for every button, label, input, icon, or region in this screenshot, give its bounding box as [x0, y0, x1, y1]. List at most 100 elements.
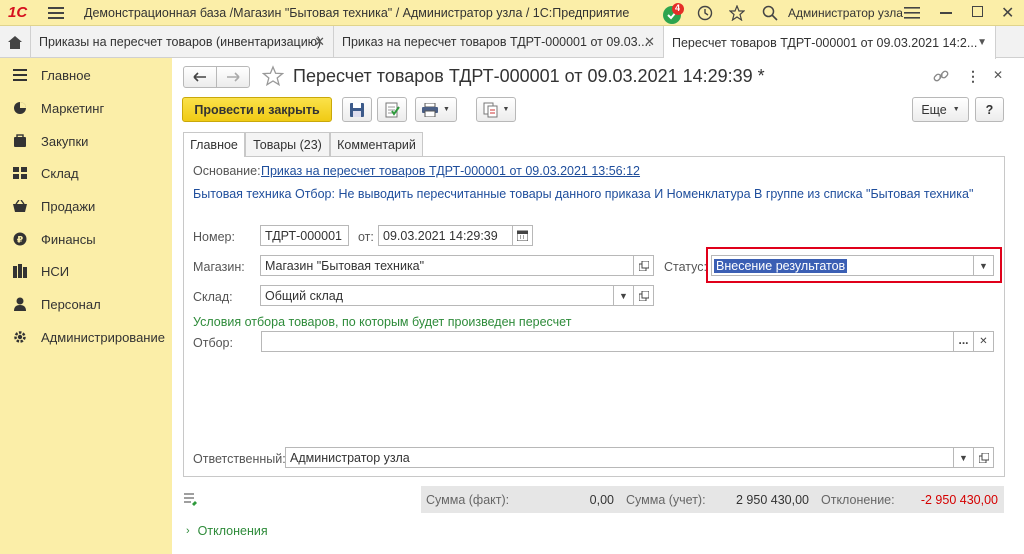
document-title: Пересчет товаров ТДРТ-000001 от 09.03.20… — [293, 66, 765, 86]
post-button[interactable] — [377, 97, 407, 122]
favorite-star-icon[interactable] — [262, 65, 284, 87]
print-button[interactable]: ▼ — [415, 97, 457, 122]
back-button[interactable] — [183, 66, 217, 88]
current-user[interactable]: Администратор узла — [788, 6, 903, 20]
close-form-icon[interactable]: ✕ — [993, 68, 1003, 82]
sidebar-item-personnel[interactable]: Персонал — [0, 289, 172, 319]
help-button[interactable]: ? — [975, 97, 1004, 122]
tab-order[interactable]: Приказ на пересчет товаров ТДРТ-000001 о… — [334, 26, 664, 58]
sidebar-item-main[interactable]: Главное — [0, 60, 172, 90]
minimize-icon[interactable] — [940, 12, 952, 14]
svg-text:₽: ₽ — [17, 236, 23, 246]
sidebar-item-administration[interactable]: Администрирование — [0, 322, 172, 352]
window-title: Демонстрационная база /Магазин "Бытовая … — [84, 6, 630, 20]
tab-comment[interactable]: Комментарий — [330, 132, 423, 156]
maximize-icon[interactable] — [972, 6, 983, 17]
store-field[interactable]: Магазин "Бытовая техника" — [260, 255, 634, 276]
status-label: Статус: — [664, 260, 707, 274]
filter-label: Отбор: — [193, 336, 233, 350]
sidebar-item-label: Главное — [41, 67, 91, 83]
sidebar-item-finance[interactable]: ₽ Финансы — [0, 224, 172, 254]
sum-fact-value: 0,00 — [589, 493, 614, 507]
status-field[interactable]: Внесение результатов — [711, 255, 974, 276]
tab-main[interactable]: Главное — [183, 132, 245, 157]
filter-field[interactable] — [261, 331, 954, 352]
post-and-close-button[interactable]: Провести и закрыть — [182, 97, 332, 122]
sidebar-item-label: Склад — [41, 165, 79, 181]
close-window-icon[interactable]: ✕ — [1001, 3, 1014, 23]
list-edit-icon[interactable] — [184, 492, 200, 506]
create-based-on-button[interactable]: ▼ — [476, 97, 516, 122]
warehouse-dropdown-button[interactable]: ▼ — [614, 285, 634, 306]
menu-icon — [13, 68, 27, 82]
forward-button[interactable] — [216, 66, 250, 88]
sidebar-item-warehouse[interactable]: Склад — [0, 158, 172, 188]
ruble-coin-icon: ₽ — [13, 232, 27, 246]
notifications-icon[interactable]: 4 — [662, 3, 684, 25]
store-open-button[interactable] — [634, 255, 654, 276]
sidebar-item-purchases[interactable]: Закупки — [0, 126, 172, 156]
deviations-link: Отклонения — [197, 524, 268, 538]
save-button[interactable] — [342, 97, 372, 122]
chevron-down-icon: ▼ — [952, 106, 960, 113]
filter-description: Бытовая техника Отбор: Не выводить перес… — [193, 187, 974, 201]
sidebar-item-label: Маркетинг — [41, 100, 105, 116]
ellipsis-label: ... — [958, 332, 969, 347]
tab-dropdown-icon[interactable]: ▼ — [977, 37, 987, 48]
more-label: Еще — [921, 102, 947, 117]
sum-fact-label: Сумма (факт): — [426, 493, 510, 507]
filter-select-button[interactable]: ... — [954, 331, 974, 352]
filter-clear-button[interactable]: ✕ — [974, 331, 994, 352]
sidebar-item-sales[interactable]: Продажи — [0, 191, 172, 221]
sidebar-item-nsi[interactable]: НСИ — [0, 256, 172, 286]
favorites-star-icon[interactable] — [729, 5, 745, 21]
help-label: ? — [985, 102, 994, 117]
hamburger-menu-icon[interactable] — [48, 6, 64, 20]
calendar-button[interactable] — [513, 225, 533, 246]
tab-label: Приказы на пересчет товаров (инвентариза… — [39, 35, 322, 49]
tab-goods[interactable]: Товары (23) — [245, 132, 330, 156]
post-and-close-label: Провести и закрыть — [194, 102, 320, 117]
status-dropdown-button[interactable]: ▼ — [974, 255, 994, 276]
home-icon[interactable] — [7, 35, 23, 49]
tab-orders-list[interactable]: Приказы на пересчет товаров (инвентариза… — [30, 26, 334, 58]
chevron-down-icon: ▼ — [979, 260, 988, 271]
tab-recount-active[interactable]: Пересчет товаров ТДРТ-000001 от 09.03.20… — [664, 26, 996, 59]
chevron-right-icon: › — [186, 525, 190, 537]
warehouse-open-button[interactable] — [634, 285, 654, 306]
close-tab-icon[interactable]: ✕ — [644, 34, 655, 50]
store-label: Магазин: — [193, 260, 245, 274]
printer-icon — [422, 102, 439, 117]
number-label: Номер: — [193, 230, 235, 244]
chevron-down-icon: ▼ — [619, 290, 628, 301]
settings-sliders-icon[interactable] — [904, 6, 920, 20]
basis-link[interactable]: Приказ на пересчет товаров ТДРТ-000001 о… — [261, 164, 640, 178]
sidebar-item-marketing[interactable]: Маркетинг — [0, 93, 172, 123]
search-icon[interactable] — [762, 5, 778, 21]
notification-count-badge: 4 — [675, 3, 681, 13]
open-form-icon — [638, 260, 649, 271]
history-icon[interactable] — [697, 5, 713, 21]
close-tab-icon[interactable]: ✕ — [314, 34, 325, 50]
deviations-group[interactable]: › Отклонения — [186, 524, 268, 538]
1c-logo: 1С — [8, 4, 28, 21]
responsible-open-button[interactable] — [974, 447, 994, 468]
purchases-icon — [13, 134, 27, 148]
warehouse-field[interactable]: Общий склад — [260, 285, 614, 306]
more-options-icon[interactable]: ⋮ — [966, 68, 980, 85]
sidebar: Главное Маркетинг Закупки Склад Продажи … — [0, 58, 172, 554]
tab-label: Комментарий — [337, 137, 416, 152]
link-icon[interactable] — [933, 68, 949, 84]
tab-label: Приказ на пересчет товаров ТДРТ-000001 о… — [342, 35, 652, 49]
sidebar-item-label: Продажи — [41, 198, 96, 214]
floppy-disk-icon — [350, 102, 364, 117]
sidebar-item-label: Финансы — [41, 231, 96, 247]
number-field[interactable]: ТДРТ-000001 — [260, 225, 349, 246]
more-button[interactable]: Еще ▼ — [912, 97, 969, 122]
calendar-icon — [517, 230, 528, 241]
responsible-field[interactable]: Администратор узла — [285, 447, 954, 468]
clear-icon: ✕ — [979, 336, 988, 347]
responsible-dropdown-button[interactable]: ▼ — [954, 447, 974, 468]
date-field[interactable]: 09.03.2021 14:29:39 — [378, 225, 513, 246]
pie-chart-icon — [13, 101, 27, 115]
